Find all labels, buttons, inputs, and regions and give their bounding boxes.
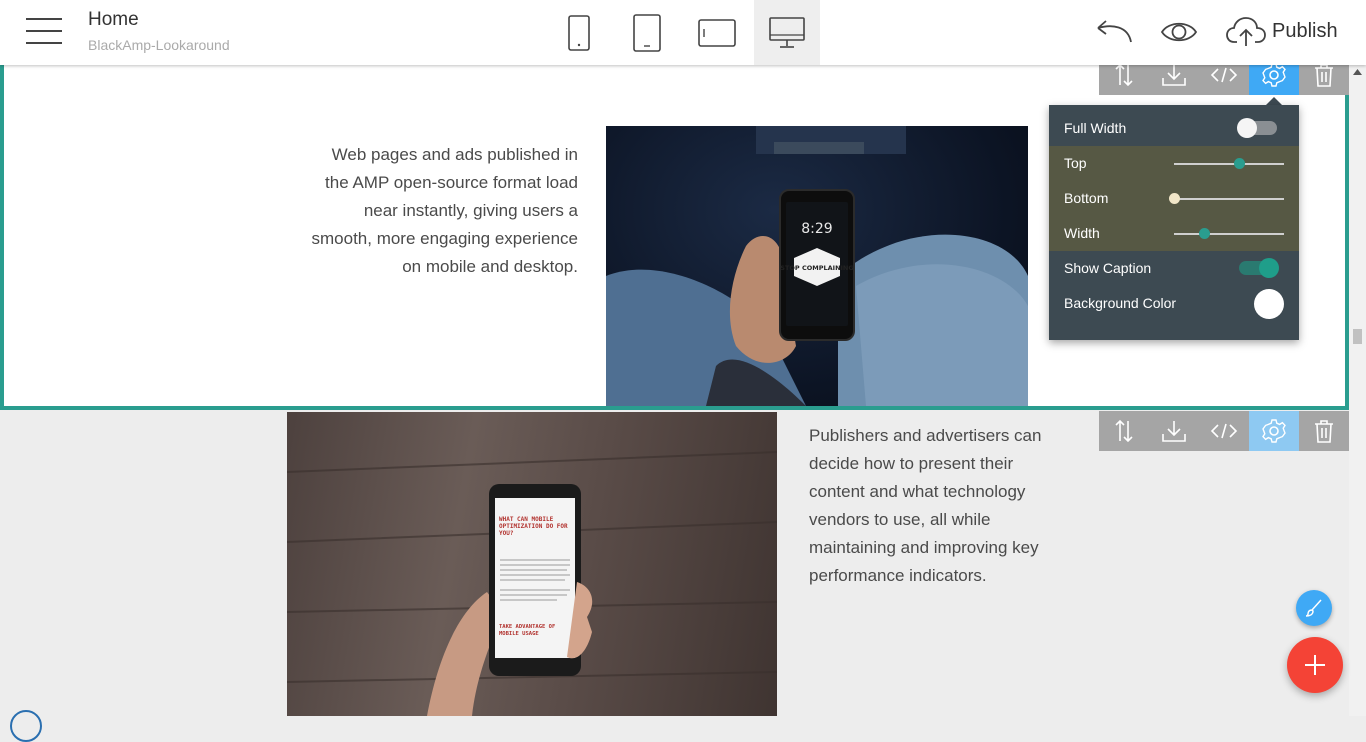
width-row: Width (1049, 216, 1299, 251)
menu-icon[interactable] (26, 16, 62, 46)
scroll-up-arrow-icon[interactable] (1353, 69, 1362, 75)
tablet-landscape-view-button[interactable] (684, 0, 750, 65)
download-icon (1162, 65, 1186, 86)
undo-icon[interactable] (1094, 18, 1134, 44)
add-block-button[interactable] (1287, 637, 1343, 693)
block-2-image[interactable]: WHAT CAN MOBILE OPTIMIZATION DO FOR YOU?… (287, 412, 777, 716)
phone-view-button[interactable] (546, 0, 612, 65)
phone-time: 8:29 (801, 221, 832, 237)
gear-icon (1262, 63, 1286, 87)
move-block-button-2[interactable] (1099, 411, 1149, 451)
download-icon (1162, 421, 1186, 442)
plus-icon (1305, 655, 1325, 675)
desktop-icon (769, 16, 805, 48)
phone-article-heading: WHAT CAN MOBILE OPTIMIZATION DO FOR YOU? (499, 516, 568, 537)
block-2-text[interactable]: Publishers and advertisers can decide ho… (809, 422, 1069, 590)
phone-icon (568, 14, 590, 51)
tablet-landscape-icon (698, 18, 736, 47)
preview-eye-icon[interactable] (1161, 19, 1197, 45)
background-color-row: Background Color (1049, 286, 1299, 321)
move-updown-icon (1115, 63, 1133, 87)
corner-help-icon[interactable] (10, 710, 42, 742)
top-bar: Home BlackAmp-Lookaround Publish (0, 0, 1366, 65)
block-settings-button-2[interactable] (1249, 411, 1299, 451)
phone-article-subheading: TAKE ADVANTAGE OF MOBILE USAGE (499, 624, 556, 637)
background-color-label: Background Color (1064, 295, 1177, 311)
page-title: Home (88, 9, 139, 30)
brush-icon (1305, 599, 1322, 617)
tablet-icon (633, 13, 661, 52)
page-scrollbar[interactable] (1349, 65, 1366, 716)
top-padding-row: Top (1049, 146, 1299, 181)
trash-icon (1315, 420, 1333, 443)
background-color-swatch[interactable] (1254, 289, 1284, 319)
width-slider-handle[interactable] (1199, 228, 1210, 239)
panel-pointer (1266, 97, 1282, 105)
show-caption-toggle[interactable] (1239, 258, 1279, 278)
content-block-2[interactable]: WHAT CAN MOBILE OPTIMIZATION DO FOR YOU?… (0, 410, 1349, 716)
publish-button[interactable]: Publish (1272, 20, 1338, 43)
trash-icon (1315, 64, 1333, 87)
block-1-image[interactable]: 8:29 STOP COMPLAINING (606, 126, 1028, 406)
code-icon (1210, 67, 1238, 83)
phone-badge-text: STOP COMPLAINING (780, 264, 853, 272)
show-caption-label: Show Caption (1064, 260, 1152, 276)
move-updown-icon (1115, 419, 1133, 443)
save-block-button-2[interactable] (1149, 411, 1199, 451)
delete-block-button-2[interactable] (1299, 411, 1349, 451)
gear-icon (1262, 419, 1286, 443)
top-slider-handle[interactable] (1234, 158, 1245, 169)
show-caption-row: Show Caption (1049, 251, 1299, 286)
bottom-slider[interactable] (1169, 193, 1284, 204)
full-width-label: Full Width (1064, 120, 1127, 136)
code-icon (1210, 423, 1238, 439)
block-2-toolbar (1099, 411, 1349, 451)
tablet-view-button[interactable] (614, 0, 680, 65)
block-settings-panel: Full Width Top Bottom Width Show Caption… (1049, 105, 1299, 340)
phone-in-hand-photo: 8:29 STOP COMPLAINING (606, 126, 1028, 406)
cloud-upload-icon[interactable] (1226, 16, 1266, 48)
phone-in-hand-photo-2: WHAT CAN MOBILE OPTIMIZATION DO FOR YOU?… (287, 451, 777, 716)
project-name: BlackAmp-Lookaround (88, 37, 230, 53)
bottom-label: Bottom (1064, 190, 1109, 206)
full-width-toggle[interactable] (1237, 118, 1277, 138)
desktop-view-button[interactable] (754, 0, 820, 65)
top-label: Top (1064, 155, 1087, 171)
width-label: Width (1064, 225, 1100, 241)
width-slider[interactable] (1174, 228, 1284, 239)
edit-code-button-2[interactable] (1199, 411, 1249, 451)
site-styles-button[interactable] (1296, 590, 1332, 626)
full-width-row: Full Width (1049, 111, 1299, 146)
scroll-thumb[interactable] (1353, 329, 1362, 344)
block-1-text[interactable]: Web pages and ads published in the AMP o… (304, 141, 579, 281)
top-slider[interactable] (1174, 158, 1284, 169)
bottom-slider-handle[interactable] (1169, 193, 1180, 204)
bottom-padding-row: Bottom (1049, 181, 1299, 216)
